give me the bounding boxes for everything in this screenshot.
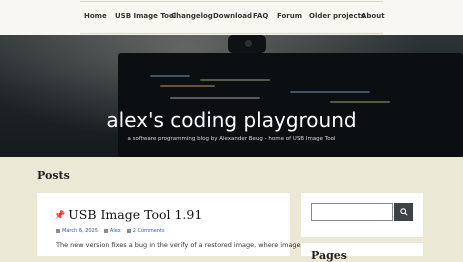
nav-item-forum[interactable]: Forum — [277, 12, 302, 20]
site-tagline: a software programming blog by Alexander… — [127, 136, 336, 142]
hero-banner: alex's coding playground a software prog… — [0, 35, 463, 157]
nav-item-about[interactable]: About — [361, 12, 385, 20]
post-comments[interactable]: 2 Comments — [133, 228, 165, 234]
post-card: 📌 USB Image Tool 1.91 March 6, 2025 Alex 2 … — [37, 193, 304, 256]
search-button[interactable] — [394, 203, 413, 221]
search-input[interactable] — [311, 203, 393, 221]
post-author[interactable]: Alex — [110, 228, 121, 234]
nav-menu: Home USB Image Tool Changelog Download F… — [0, 12, 463, 24]
post-meta: March 6, 2025 Alex 2 Comments — [56, 228, 165, 234]
code-line — [170, 97, 260, 99]
search-widget — [301, 193, 423, 237]
search-icon — [399, 208, 408, 216]
posts-heading: Posts — [37, 169, 70, 182]
nav-bottom-border — [80, 33, 383, 34]
calendar-icon — [56, 228, 60, 233]
nav-item-download[interactable]: Download — [213, 12, 252, 20]
nav-item-changelog[interactable]: Changelog — [171, 12, 213, 20]
webcam-lens — [245, 40, 252, 47]
nav-item-older-projects[interactable]: Older projects — [309, 12, 365, 20]
post-title-link[interactable]: 📌 USB Image Tool 1.91 — [54, 207, 202, 222]
code-line — [150, 75, 190, 77]
code-line — [330, 101, 390, 103]
code-line — [290, 91, 370, 93]
user-icon — [103, 228, 108, 233]
post-date[interactable]: March 6, 2025 — [62, 228, 98, 234]
site-title[interactable]: alex's coding playground — [0, 108, 463, 132]
post-excerpt: The new version fixes a bug in the verif… — [56, 241, 304, 249]
nav-top-border — [80, 1, 383, 2]
nav-item-usb-image-tool[interactable]: USB Image Tool — [115, 12, 176, 20]
pages-widget: Pages — [301, 243, 423, 262]
code-line — [160, 85, 215, 87]
nav-item-faq[interactable]: FAQ — [253, 12, 268, 20]
pushpin-icon: 📌 — [54, 211, 66, 221]
comment-icon — [126, 228, 131, 233]
code-line — [200, 79, 270, 81]
post-title-text: USB Image Tool 1.91 — [68, 207, 203, 222]
top-navigation: Home USB Image Tool Changelog Download F… — [0, 0, 463, 35]
nav-item-home[interactable]: Home — [84, 12, 107, 20]
